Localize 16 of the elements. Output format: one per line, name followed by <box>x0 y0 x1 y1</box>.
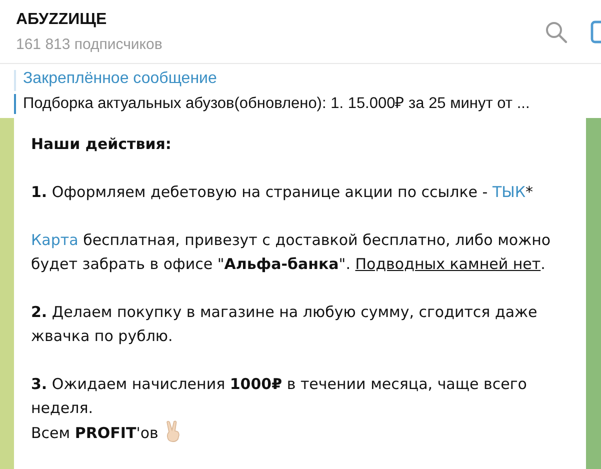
message-paragraph: 1. Оформляем дебетовую на странице акции по ссылке - ТЫК* <box>31 182 534 203</box>
pinned-text: Подборка актуальных абузов(обновлено): 1. 15.000₽ за 25 минут от ... <box>23 94 530 114</box>
sidebar-icon[interactable] <box>590 20 601 44</box>
pinned-label: Закреплённое сообщение <box>23 70 218 88</box>
message-link[interactable]: ТЫК <box>492 183 526 201</box>
message-link[interactable]: Карта <box>31 231 78 249</box>
subscriber-count: 161 813 подписчиков <box>16 36 164 53</box>
pinned-message-bar[interactable]: Закреплённое сообщение Подборка актуальных абузов(обновлено): 1. 15.000₽ за 25 минут от ... <box>0 64 601 118</box>
message-paragraph: Всем PROFIT'ов <box>31 420 570 445</box>
message-paragraph: 2. Делаем покупку в магазине на любую сумму, сгодится даже жвачка по рублю. <box>31 302 538 347</box>
channel-title: АБУZZИЩЕ <box>16 10 108 29</box>
message-paragraph: 3. Ожидаем начисления 1000₽ в течении месяца, чаще всего неделя. <box>31 374 528 419</box>
victory-hand-icon <box>164 420 182 442</box>
message-paragraph: Карта бесплатная, привезут с доставкой бесплатно, либо можно будет забрать в офисе "Альфа-банка". Подводных камней нет. <box>31 230 552 275</box>
message-paragraph: Наши действия: <box>31 134 172 155</box>
search-icon[interactable] <box>544 20 568 44</box>
